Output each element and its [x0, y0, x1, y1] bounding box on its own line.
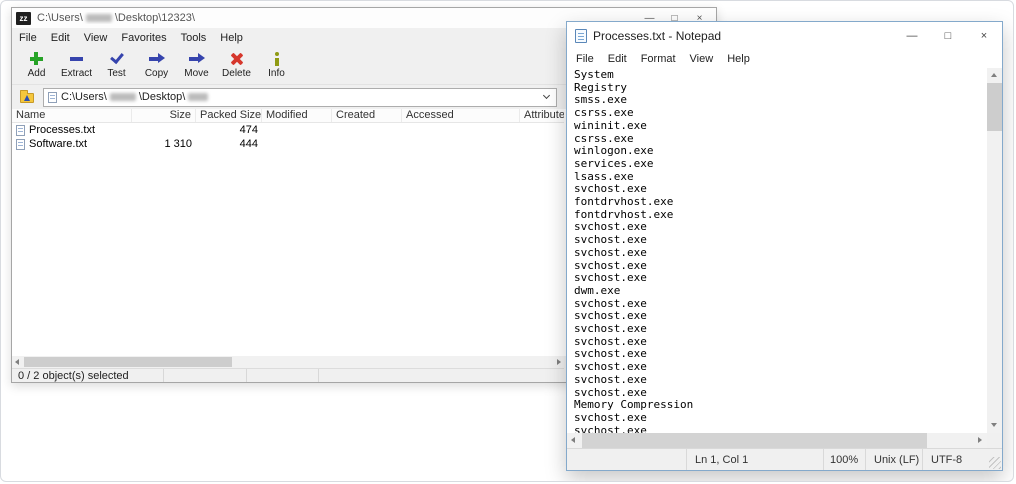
column-header-size[interactable]: Size — [132, 109, 196, 122]
notepad-statusbar: Ln 1, Col 1 100% Unix (LF) UTF-8 — [567, 448, 1002, 470]
address-path: C:\Users\ \Desktop\ — [61, 91, 211, 103]
notepad-menu-format[interactable]: Format — [634, 53, 683, 65]
toolbar-test-button[interactable]: Test — [98, 50, 135, 79]
file-name: Software.txt — [29, 138, 87, 150]
sevenzip-menu-favorites[interactable]: Favorites — [114, 32, 173, 44]
toolbar-move-button[interactable]: Move — [178, 50, 215, 79]
delete-x-icon — [227, 50, 247, 67]
scrollbar-track[interactable] — [582, 433, 972, 448]
address-dropdown-arrow-icon[interactable] — [539, 96, 553, 98]
cursor-position-status: Ln 1, Col 1 — [686, 449, 823, 470]
notepad-menubar: File Edit Format View Help — [567, 50, 1002, 68]
screen: C:\Users\ \Desktop\12323\ — □ × File Edi… — [0, 0, 1014, 482]
column-header-modified[interactable]: Modified — [262, 109, 332, 122]
folder-up-icon — [20, 93, 34, 103]
file-size: 1 310 — [132, 138, 196, 150]
notepad-menu-file[interactable]: File — [569, 53, 601, 65]
toolbar-delete-button[interactable]: Delete — [218, 50, 255, 79]
status-cell — [164, 369, 247, 382]
notepad-vertical-scrollbar[interactable] — [987, 68, 1002, 433]
notepad-menu-view[interactable]: View — [683, 53, 721, 65]
copy-arrow-icon — [147, 50, 167, 67]
add-icon — [27, 50, 47, 67]
line-ending-status: Unix (LF) — [865, 449, 922, 470]
sevenzip-menu-help[interactable]: Help — [213, 32, 250, 44]
address-combobox[interactable]: C:\Users\ \Desktop\ — [43, 88, 557, 107]
zoom-level-status: 100% — [823, 449, 865, 470]
sevenzip-menu-tools[interactable]: Tools — [174, 32, 214, 44]
status-cell — [319, 369, 564, 382]
column-header-attributes[interactable]: Attributes — [520, 109, 564, 122]
file-packed-size: 444 — [196, 138, 262, 150]
scrollbar-track[interactable] — [24, 356, 552, 368]
resize-grip[interactable] — [989, 457, 1001, 469]
status-cell — [567, 449, 686, 470]
notepad-document-text[interactable]: System Registry smss.exe csrss.exe winin… — [567, 68, 1002, 433]
current-folder-file-icon — [48, 92, 57, 103]
notepad-window-title: Processes.txt - Notepad — [593, 29, 721, 43]
notepad-app-icon — [575, 29, 587, 43]
file-packed-size: 474 — [196, 124, 262, 136]
toolbar-extract-button[interactable]: Extract — [58, 50, 95, 79]
file-name: Processes.txt — [29, 124, 95, 136]
toolbar-info-button[interactable]: Info — [258, 50, 295, 79]
notepad-scrollbar-row — [567, 433, 1002, 448]
sevenzip-menu-edit[interactable]: Edit — [44, 32, 77, 44]
notepad-menu-edit[interactable]: Edit — [601, 53, 634, 65]
notepad-close-button[interactable]: × — [966, 22, 1002, 50]
redacted-folder — [188, 93, 208, 101]
title-path-prefix: C:\Users\ — [37, 12, 83, 24]
column-header-name[interactable]: Name — [12, 109, 132, 122]
notepad-caption-buttons: — □ × — [894, 22, 1002, 50]
title-path-suffix: \Desktop\12323\ — [115, 12, 195, 24]
scroll-right-arrow-icon[interactable] — [552, 356, 564, 368]
scrollbar-thumb[interactable] — [582, 433, 927, 448]
file-row-software-txt[interactable]: Software.txt 1 310 444 — [12, 137, 564, 151]
text-file-icon — [16, 139, 25, 150]
column-header-created[interactable]: Created — [332, 109, 402, 122]
scrollbar-thumb[interactable] — [987, 83, 1002, 131]
notepad-horizontal-scrollbar[interactable] — [567, 433, 987, 448]
selection-status: 0 / 2 object(s) selected — [12, 369, 164, 382]
sevenzip-app-icon — [16, 12, 31, 25]
column-header-packed-size[interactable]: Packed Size — [196, 109, 262, 122]
notepad-window: Processes.txt - Notepad — □ × File Edit … — [566, 21, 1003, 471]
redacted-username — [110, 93, 136, 101]
notepad-titlebar[interactable]: Processes.txt - Notepad — □ × — [567, 22, 1002, 50]
scrollbar-corner — [987, 433, 1002, 448]
sevenzip-statusbar: 0 / 2 object(s) selected — [12, 368, 564, 382]
column-header-accessed[interactable]: Accessed — [402, 109, 520, 122]
scroll-right-arrow-icon[interactable] — [972, 433, 987, 448]
move-arrow-icon — [187, 50, 207, 67]
sevenzip-menu-file[interactable]: File — [12, 32, 44, 44]
test-checkmark-icon — [107, 50, 127, 67]
notepad-minimize-button[interactable]: — — [894, 22, 930, 50]
toolbar-copy-button[interactable]: Copy — [138, 50, 175, 79]
scrollbar-thumb[interactable] — [24, 357, 232, 367]
scroll-left-arrow-icon[interactable] — [567, 433, 582, 448]
column-header-row: Name Size Packed Size Modified Created A… — [12, 109, 564, 123]
sevenzip-window-title: C:\Users\ \Desktop\12323\ — [37, 12, 195, 24]
redacted-username — [86, 14, 112, 22]
notepad-text-area[interactable]: System Registry smss.exe csrss.exe winin… — [567, 68, 1002, 433]
folder-up-button[interactable] — [17, 87, 37, 107]
status-cell — [247, 369, 319, 382]
sevenzip-horizontal-scrollbar[interactable] — [12, 356, 564, 368]
notepad-menu-help[interactable]: Help — [720, 53, 757, 65]
file-row-processes-txt[interactable]: Processes.txt 474 — [12, 123, 564, 137]
text-file-icon — [16, 125, 25, 136]
extract-icon — [67, 50, 87, 67]
scroll-left-arrow-icon[interactable] — [12, 356, 24, 368]
info-icon — [267, 50, 287, 67]
sevenzip-menu-view[interactable]: View — [77, 32, 115, 44]
toolbar-add-button[interactable]: Add — [18, 50, 55, 79]
scroll-down-arrow-icon[interactable] — [987, 418, 1002, 433]
scroll-up-arrow-icon[interactable] — [987, 68, 1002, 83]
notepad-maximize-button[interactable]: □ — [930, 22, 966, 50]
